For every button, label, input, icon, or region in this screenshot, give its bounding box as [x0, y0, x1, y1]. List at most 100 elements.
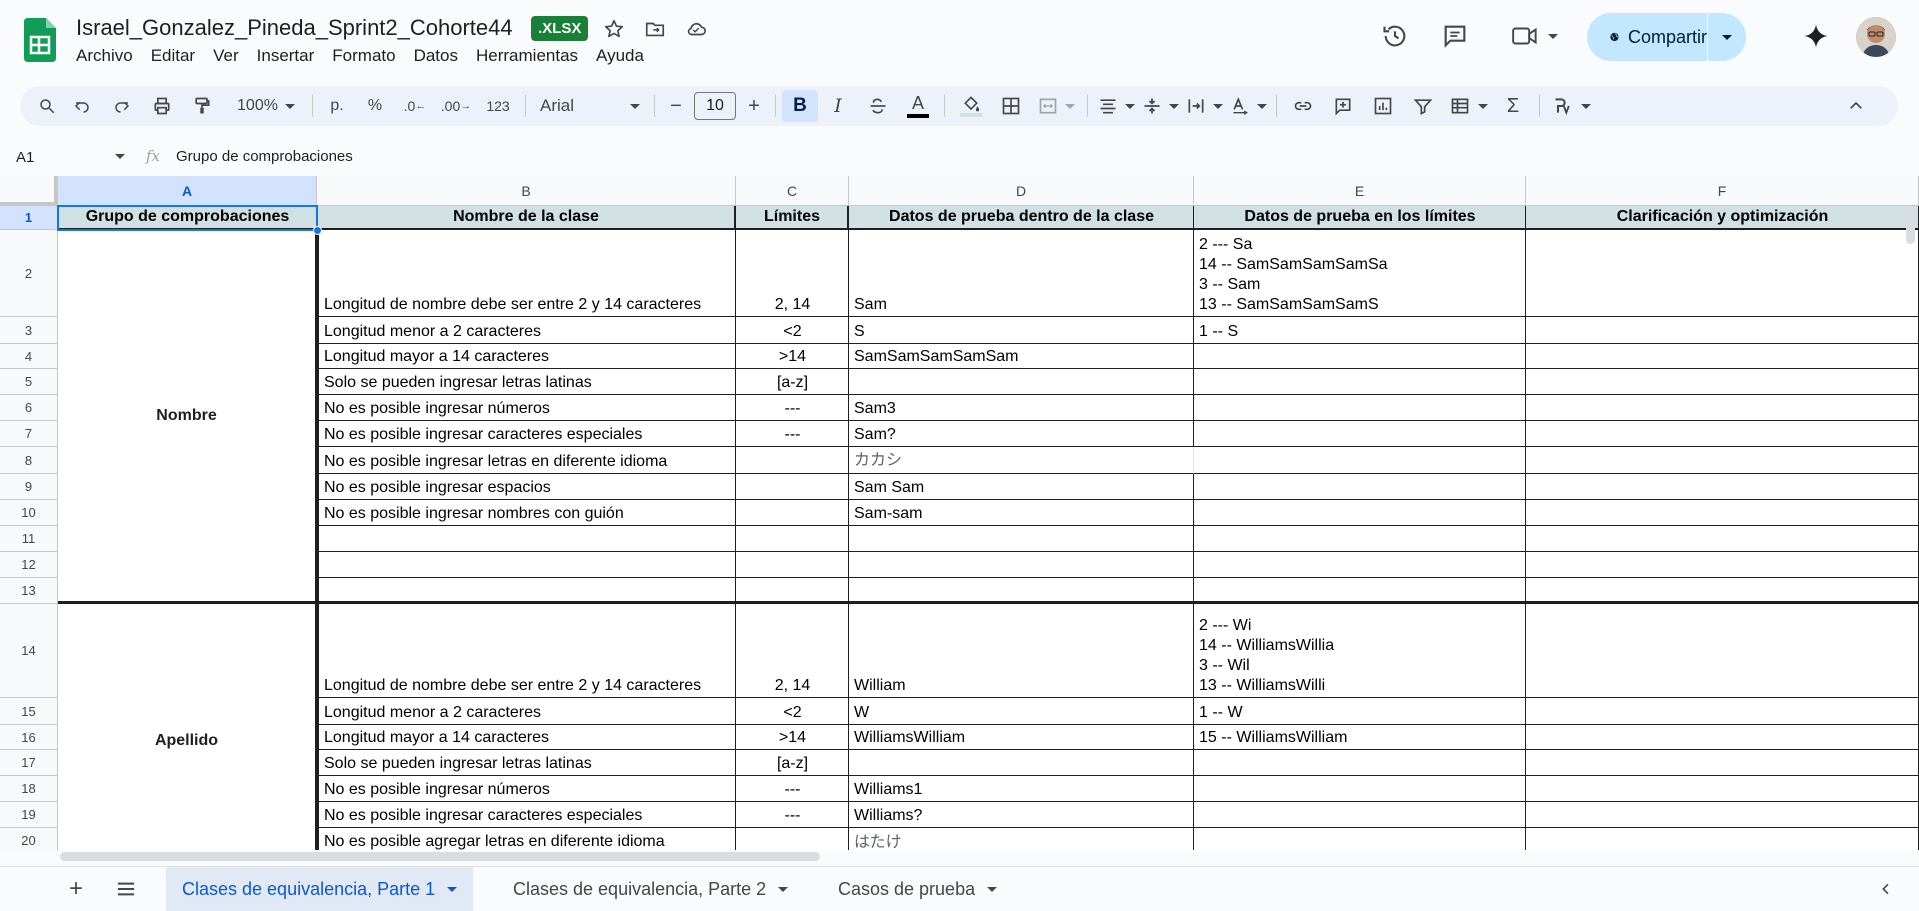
header-cell-e[interactable]: Datos de prueba en los límites — [1194, 206, 1526, 230]
select-all-corner[interactable] — [0, 176, 58, 206]
cell-b3[interactable]: Longitud menor a 2 caracteres — [317, 317, 736, 344]
cell-b11[interactable] — [317, 526, 736, 552]
header-cell-c[interactable]: Límites — [736, 206, 849, 230]
cell-b13[interactable] — [317, 578, 736, 604]
row-header-6[interactable]: 6 — [0, 395, 58, 421]
column-header-c[interactable]: C — [736, 176, 849, 206]
font-size-input[interactable]: 10 — [694, 92, 736, 120]
cell-c5[interactable]: [a-z] — [736, 369, 849, 395]
version-history-icon[interactable] — [1378, 18, 1412, 54]
sheet-tab-clases-parte-1[interactable]: Clases de equivalencia, Parte 1 — [166, 867, 474, 911]
cell-e9[interactable] — [1194, 474, 1526, 500]
cell-c17[interactable]: [a-z] — [736, 750, 849, 776]
spreadsheet-grid[interactable]: ABCDEF 1 2 3 4 5 6 7 8 9 10 11 12 13 14 15 16 17 18 19 20 G… — [0, 176, 1919, 850]
cell-d2[interactable]: Sam — [849, 230, 1194, 317]
vertical-align-icon[interactable] — [1138, 90, 1182, 122]
cell-c8[interactable] — [736, 447, 849, 474]
row-header-7[interactable]: 7 — [0, 421, 58, 447]
cell-b9[interactable]: No es posible ingresar espacios — [317, 474, 736, 500]
row-header-19[interactable]: 19 — [0, 802, 58, 828]
header-cell-b[interactable]: Nombre de la clase — [317, 206, 736, 230]
cell-c20[interactable] — [736, 828, 849, 850]
cell-e17[interactable] — [1194, 750, 1526, 776]
text-wrapping-icon[interactable] — [1182, 90, 1226, 122]
row-header-20[interactable]: 20 — [0, 828, 58, 850]
cell-b4[interactable]: Longitud mayor a 14 caracteres — [317, 344, 736, 369]
star-icon[interactable] — [600, 15, 628, 43]
row-header-9[interactable]: 9 — [0, 474, 58, 500]
cell-b6[interactable]: No es posible ingresar números — [317, 395, 736, 421]
cell-c16[interactable]: >14 — [736, 725, 849, 750]
header-cell-d[interactable]: Datos de prueba dentro de la clase — [849, 206, 1194, 230]
cell-e13[interactable] — [1194, 578, 1526, 604]
percent-format-button[interactable]: % — [355, 90, 395, 122]
row-header-17[interactable]: 17 — [0, 750, 58, 776]
column-header-d[interactable]: D — [849, 176, 1194, 206]
insert-chart-icon[interactable] — [1363, 90, 1403, 122]
increase-font-size-button[interactable]: + — [739, 90, 769, 122]
cell-e19[interactable] — [1194, 802, 1526, 828]
cell-d13[interactable] — [849, 578, 1194, 604]
cell-f7[interactable] — [1526, 421, 1919, 447]
cell-d12[interactable] — [849, 552, 1194, 578]
borders-icon[interactable] — [991, 90, 1031, 122]
menu-formato[interactable]: Formato — [323, 46, 404, 66]
row-header-12[interactable]: 12 — [0, 552, 58, 578]
row-header-2[interactable]: 2 — [0, 230, 58, 317]
row-header-3[interactable]: 3 — [0, 317, 58, 344]
filter-views-icon[interactable] — [1443, 90, 1493, 122]
cell-e2[interactable]: 2 --- Sa 14 -- SamSamSamSamSa 3 -- Sam 1… — [1194, 230, 1526, 317]
print-icon[interactable] — [142, 90, 182, 122]
fill-color-icon[interactable] — [951, 90, 991, 122]
explore-collapse-icon[interactable] — [1866, 867, 1906, 911]
menu-datos[interactable]: Datos — [405, 46, 467, 66]
cell-c9[interactable] — [736, 474, 849, 500]
row-header-5[interactable]: 5 — [0, 369, 58, 395]
cell-e16[interactable]: 15 -- WilliamsWilliam — [1194, 725, 1526, 750]
paint-format-icon[interactable] — [182, 90, 222, 122]
cell-f12[interactable] — [1526, 552, 1919, 578]
row-header-11[interactable]: 11 — [0, 526, 58, 552]
cell-f10[interactable] — [1526, 500, 1919, 526]
cell-b18[interactable]: No es posible ingresar números — [317, 776, 736, 802]
cell-b19[interactable]: No es posible ingresar caracteres especi… — [317, 802, 736, 828]
menu-ver[interactable]: Ver — [204, 46, 248, 66]
row-header-14[interactable]: 14 — [0, 604, 58, 698]
currency-format-button[interactable]: p. — [319, 90, 355, 122]
menu-herramientas[interactable]: Herramientas — [467, 46, 587, 66]
cell-b10[interactable]: No es posible ingresar nombres con guión — [317, 500, 736, 526]
horizontal-align-icon[interactable] — [1094, 90, 1138, 122]
cell-d16[interactable]: WilliamsWilliam — [849, 725, 1194, 750]
bold-button[interactable]: B — [782, 90, 818, 122]
redo-icon[interactable] — [102, 90, 142, 122]
row-header-10[interactable]: 10 — [0, 500, 58, 526]
row-header-13[interactable]: 13 — [0, 578, 58, 604]
cell-d19[interactable]: Williams? — [849, 802, 1194, 828]
cell-e7[interactable] — [1194, 421, 1526, 447]
cell-e18[interactable] — [1194, 776, 1526, 802]
cell-f17[interactable] — [1526, 750, 1919, 776]
cell-d11[interactable] — [849, 526, 1194, 552]
sheet-tab-casos-de-prueba[interactable]: Casos de prueba — [822, 867, 1013, 911]
name-box[interactable]: A1 — [16, 146, 125, 168]
cell-f11[interactable] — [1526, 526, 1919, 552]
cell-e4[interactable] — [1194, 344, 1526, 369]
cell-b16[interactable]: Longitud mayor a 14 caracteres — [317, 725, 736, 750]
column-header-b[interactable]: B — [317, 176, 736, 206]
menu-archivo[interactable]: Archivo — [76, 46, 142, 66]
vertical-scrollbar[interactable] — [1906, 210, 1915, 244]
cell-d10[interactable]: Sam-sam — [849, 500, 1194, 526]
cell-d4[interactable]: SamSamSamSamSam — [849, 344, 1194, 369]
cell-c10[interactable] — [736, 500, 849, 526]
cell-c11[interactable] — [736, 526, 849, 552]
increase-decimal-button[interactable]: .00 → — [435, 90, 477, 122]
cell-b7[interactable]: No es posible ingresar caracteres especi… — [317, 421, 736, 447]
cell-f18[interactable] — [1526, 776, 1919, 802]
cell-e8[interactable] — [1194, 447, 1526, 474]
cell-e6[interactable] — [1194, 395, 1526, 421]
cell-b12[interactable] — [317, 552, 736, 578]
cell-d20[interactable]: はたけ — [849, 828, 1194, 850]
cell-f20[interactable] — [1526, 828, 1919, 850]
cell-b8[interactable]: No es posible ingresar letras en diferen… — [317, 447, 736, 474]
cell-c13[interactable] — [736, 578, 849, 604]
